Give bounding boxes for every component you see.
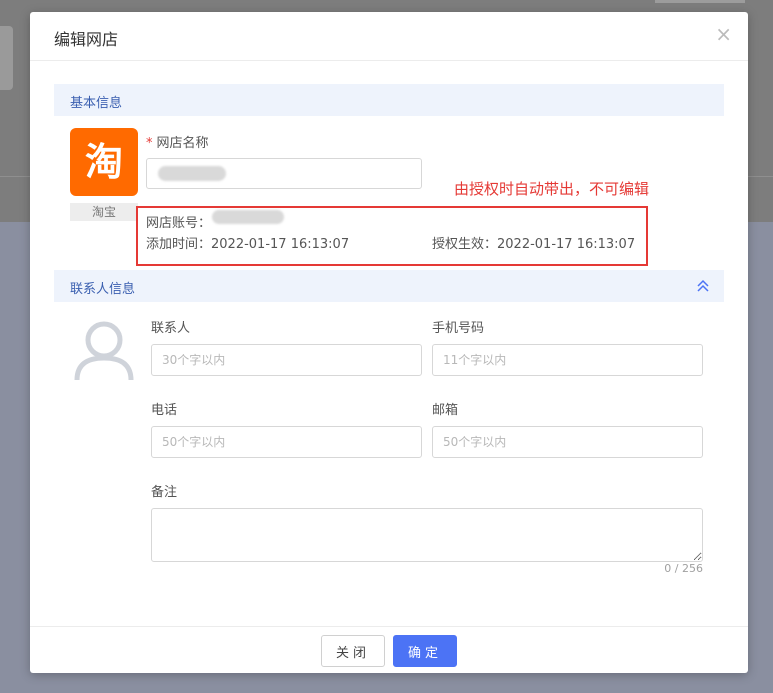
remark-char-counter: 0 / 256 — [664, 562, 703, 575]
dialog-title: 编辑网店 — [54, 30, 119, 49]
phone-input[interactable] — [151, 426, 422, 458]
shop-account-label: 网店账号： — [146, 216, 212, 231]
annotation-note: 由授权时自动带出，不可编辑 — [454, 180, 650, 198]
contact-label: 联系人 — [151, 321, 191, 336]
remark-label: 备注 — [151, 485, 178, 500]
added-time: 添加时间：2022-01-17 16:13:07 — [146, 237, 350, 252]
basic-info-title: 基本信息 — [70, 96, 123, 111]
redacted-shop-account — [212, 210, 284, 224]
chevron-double-up-icon[interactable] — [696, 278, 710, 294]
mobile-label: 手机号码 — [432, 321, 485, 336]
redacted-shop-name — [158, 166, 226, 181]
shop-name-label: * 网店名称 — [146, 136, 209, 151]
logo-text: 淘 — [85, 140, 123, 184]
user-avatar-icon — [74, 321, 134, 381]
close-icon[interactable]: × — [715, 24, 732, 44]
basic-info-section-header: 基本信息 — [54, 84, 724, 116]
contact-input[interactable] — [151, 344, 422, 376]
platform-label: 淘宝 — [70, 203, 138, 221]
contact-section-title: 联系人信息 — [70, 282, 136, 297]
close-button[interactable]: 关闭 — [321, 635, 385, 667]
remark-textarea[interactable] — [151, 508, 703, 562]
mobile-input[interactable] — [432, 344, 703, 376]
taobao-logo: 淘 — [70, 128, 138, 196]
email-label: 邮箱 — [432, 403, 459, 418]
background-tab — [655, 0, 745, 3]
phone-label: 电话 — [151, 403, 178, 418]
taobao-logo-glyph: 淘 — [85, 140, 123, 184]
auth-effective-time: 授权生效：2022-01-17 16:13:07 — [432, 237, 636, 252]
edit-shop-dialog: 编辑网店 × 基本信息 淘 淘宝 * 网店名称 由授权时自动带出，不可编辑 网店账… — [30, 12, 748, 673]
dialog-header: 编辑网店 × — [30, 12, 748, 61]
background-card — [0, 26, 13, 90]
email-input[interactable] — [432, 426, 703, 458]
contact-section-header: 联系人信息 — [54, 270, 724, 302]
required-mark: * — [146, 136, 153, 151]
confirm-button[interactable]: 确定 — [393, 635, 457, 667]
dialog-footer: 关闭 确定 — [30, 626, 748, 674]
